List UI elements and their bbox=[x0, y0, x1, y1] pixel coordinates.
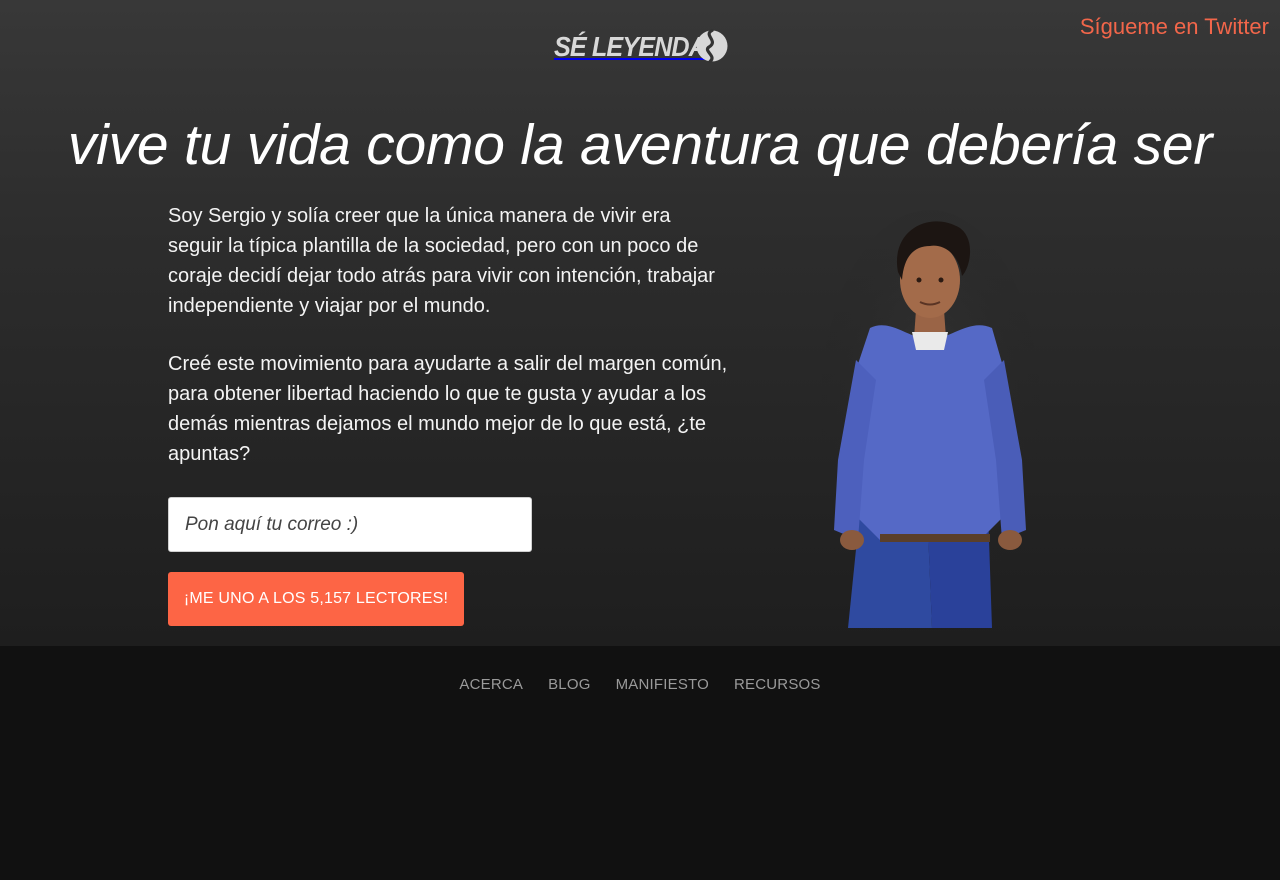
author-photo bbox=[820, 210, 1040, 628]
hero-headline: vive tu vida como la aventura que deberí… bbox=[67, 113, 1213, 177]
intro-text: Soy Sergio y solía creer que la única ma… bbox=[168, 201, 728, 469]
footer-nav: ACERCA BLOG MANIFIESTO RECURSOS bbox=[0, 676, 1280, 693]
logo-mark-icon bbox=[696, 29, 728, 63]
hero-section: Sígueme en Twitter SÉ LEYENDA vive tu vi… bbox=[0, 0, 1280, 646]
nav-link-acerca[interactable]: ACERCA bbox=[459, 676, 523, 693]
nav-link-recursos[interactable]: RECURSOS bbox=[734, 676, 821, 693]
logo-text: SÉ LEYENDA bbox=[554, 31, 707, 62]
email-input[interactable] bbox=[168, 497, 532, 552]
nav-link-manifiesto[interactable]: MANIFIESTO bbox=[616, 676, 709, 693]
twitter-follow-link[interactable]: Sígueme en Twitter bbox=[1080, 14, 1269, 40]
nav-link-blog[interactable]: BLOG bbox=[548, 676, 590, 693]
site-logo[interactable]: SÉ LEYENDA bbox=[554, 28, 729, 66]
intro-paragraph-2: Creé este movimiento para ayudarte a sal… bbox=[168, 353, 728, 465]
intro-paragraph-1: Soy Sergio y solía creer que la única ma… bbox=[168, 205, 715, 317]
join-readers-button[interactable]: ¡ME UNO A LOS 5,157 LECTORES! bbox=[168, 572, 464, 626]
